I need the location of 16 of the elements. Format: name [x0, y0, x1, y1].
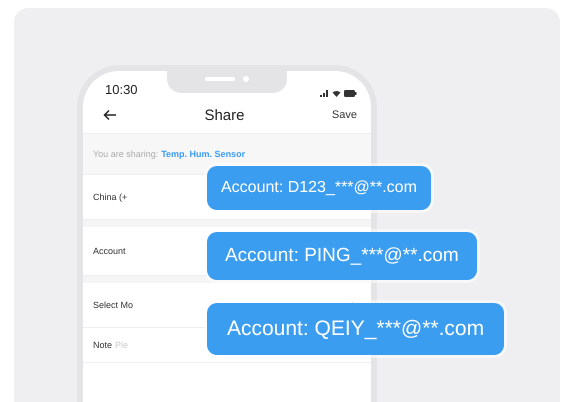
save-button[interactable]: Save	[332, 109, 357, 121]
sharing-label: You are sharing:	[93, 149, 158, 159]
row-label: China (+	[93, 192, 128, 202]
account-tooltip: Account: D123_***@**.com	[207, 166, 431, 210]
back-arrow-icon[interactable]	[103, 109, 117, 121]
device-name: Temp. Hum. Sensor	[161, 149, 246, 159]
status-time: 10:30	[105, 82, 138, 97]
row-label: Account	[93, 246, 126, 256]
account-tooltip: Account: PING_***@**.com	[207, 232, 477, 280]
select-devices-link[interactable]: Select Mo	[93, 300, 134, 310]
screen-title: Share	[204, 106, 244, 124]
battery-icon	[344, 90, 357, 97]
account-tooltip: Account: QEIY_***@**.com	[207, 303, 504, 355]
signal-icon	[320, 90, 329, 97]
row-label: Note	[93, 340, 112, 350]
wifi-icon	[332, 90, 341, 97]
